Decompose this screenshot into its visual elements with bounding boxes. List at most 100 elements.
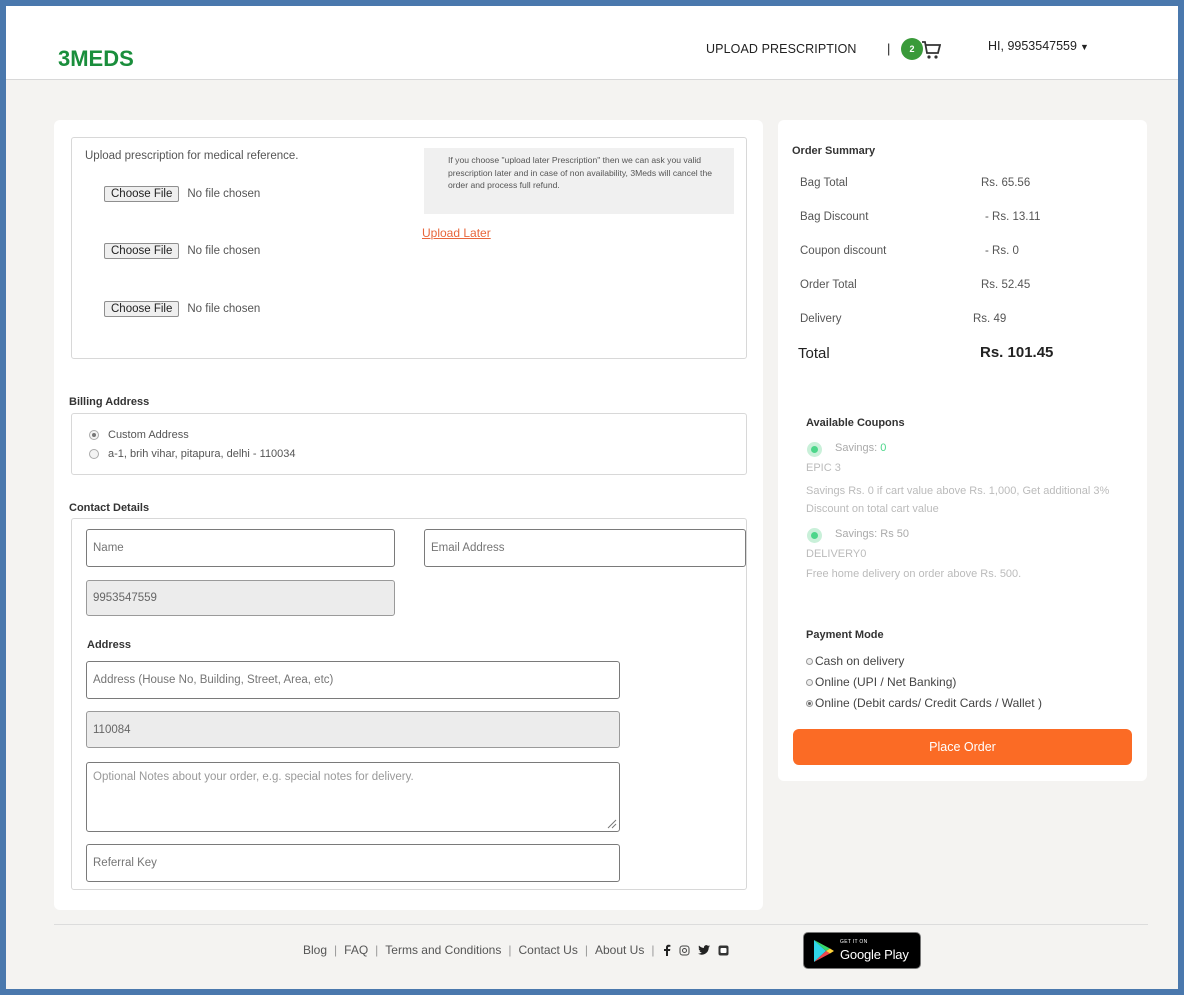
payment-radio-cod[interactable] [806,657,813,665]
total-value: Rs. 101.45 [980,344,1054,361]
payment-option-upi[interactable]: Online (UPI / Net Banking) [806,675,956,689]
footer-link-about[interactable]: About Us [595,943,644,957]
payment-option-label: Cash on delivery [815,654,905,668]
bag-total-label: Bag Total [800,177,848,189]
billing-radio-saved[interactable] [89,449,99,459]
app-frame: 3MEDS UPLOAD PRESCRIPTION | 2 HI, 995354… [6,6,1178,989]
order-summary-card: Order Summary Bag Total Rs. 65.56 Bag Di… [778,120,1147,781]
total-label: Total [798,345,830,362]
billing-address-title: Billing Address [69,396,150,408]
file-status-3: No file chosen [187,303,261,315]
coupon-radio-2[interactable] [807,528,822,543]
upload-later-link[interactable]: Upload Later [422,226,491,240]
footer-separator: | [508,943,512,957]
social-links [663,944,729,956]
choose-file-button-3[interactable]: Choose File [104,301,180,317]
delivery-label: Delivery [800,313,842,325]
payment-option-cod[interactable]: Cash on delivery [806,654,904,668]
footer-separator: | [651,943,655,957]
file-upload-row-2: Choose File No file chosen [104,243,260,259]
billing-address-section: Custom Address a-1, brih vihar, pitapura… [71,413,747,475]
pincode-input[interactable] [86,711,620,748]
contact-details-section: Address Optional Notes about your order,… [71,518,747,890]
prescription-upload-section: Upload prescription for medical referenc… [71,137,747,359]
coupon-code-2: DELIVERY0 [806,548,867,560]
referral-key-input[interactable] [86,844,620,882]
payment-option-card[interactable]: Online (Debit cards/ Credit Cards / Wall… [806,696,1042,710]
order-notes-placeholder: Optional Notes about your order, e.g. sp… [93,771,414,783]
cart-count-badge: 2 [901,38,923,60]
facebook-icon[interactable] [663,944,671,956]
user-menu[interactable]: HI, 9953547559 ▼ [988,39,1089,53]
choose-file-button-1[interactable]: Choose File [104,186,180,202]
instagram-icon[interactable] [679,945,690,956]
footer-link-blog[interactable]: Blog [303,943,327,957]
coupon-radio-1[interactable] [807,442,822,457]
billing-option-label: a-1, brih vihar, pitapura, delhi - 11003… [108,448,296,460]
footer-divider [54,924,1148,925]
billing-option-custom[interactable]: Custom Address [89,429,189,441]
billing-radio-custom[interactable] [89,430,99,440]
email-input[interactable] [424,529,746,567]
savings-amount: Rs 50 [880,528,910,540]
coupon-savings-1: Savings: 0 [835,442,886,454]
name-input[interactable] [86,529,395,567]
footer-separator: | [584,943,588,957]
payment-radio-card[interactable] [806,699,813,707]
cart-button[interactable]: 2 [901,36,941,64]
address-input[interactable] [86,661,620,699]
footer-link-faq[interactable]: FAQ [344,943,368,957]
delivery-value: Rs. 49 [973,313,1007,325]
footer-link-contact[interactable]: Contact Us [518,943,577,957]
coupon-discount-value: - Rs. 0 [985,245,1019,257]
logo-text: 3MEDS [58,46,134,71]
order-notes-textarea[interactable]: Optional Notes about your order, e.g. sp… [86,762,620,832]
choose-file-button-2[interactable]: Choose File [104,243,180,259]
payment-option-label: Online (Debit cards/ Credit Cards / Wall… [815,696,1042,710]
contact-details-title: Contact Details [69,502,150,514]
logo[interactable]: 3MEDS [58,46,135,72]
footer-link-terms[interactable]: Terms and Conditions [385,943,501,957]
savings-amount: 0 [880,442,887,454]
order-total-value: Rs. 52.45 [981,279,1031,291]
bag-discount-label: Bag Discount [800,211,869,223]
coupon-description-2: Free home delivery on order above Rs. 50… [806,568,1022,580]
cart-icon [922,41,941,59]
coupon-code-1: EPIC 3 [806,462,841,474]
payment-radio-upi[interactable] [806,678,813,686]
file-upload-row-1: Choose File No file chosen [104,186,260,202]
bag-total-value: Rs. 65.56 [981,177,1031,189]
footer-separator: | [375,943,379,957]
available-coupons-title: Available Coupons [806,417,905,429]
billing-option-saved[interactable]: a-1, brih vihar, pitapura, delhi - 11003… [89,448,296,460]
footer-links: Blog | FAQ | Terms and Conditions | Cont… [303,943,729,957]
upload-prescription-link[interactable]: UPLOAD PRESCRIPTION [706,42,857,56]
order-total-label: Order Total [800,279,857,291]
google-play-badge[interactable]: GET IT ON Google Play [803,932,921,969]
payment-mode-title: Payment Mode [806,629,884,641]
bag-discount-value: - Rs. 13.11 [985,211,1041,223]
twitter-icon[interactable] [698,945,711,955]
header-separator: | [887,41,891,56]
phone-input[interactable] [86,580,395,616]
payment-option-label: Online (UPI / Net Banking) [815,675,957,689]
google-play-text: Google Play [840,947,909,962]
youtube-icon[interactable] [718,945,729,956]
coupon-savings-2: Savings: Rs 50 [835,528,909,540]
resize-handle-icon[interactable] [607,819,617,829]
place-order-button[interactable]: Place Order [793,729,1132,765]
footer-separator: | [334,943,338,957]
address-title: Address [87,639,132,651]
savings-label: Savings: [835,442,878,454]
google-play-icon [814,940,834,962]
savings-label: Savings: [835,528,878,540]
billing-option-label: Custom Address [108,429,189,441]
header: 3MEDS UPLOAD PRESCRIPTION | 2 HI, 995354… [6,6,1178,80]
chevron-down-icon: ▼ [1079,42,1089,52]
coupon-description-1: Savings Rs. 0 if cart value above Rs. 1,… [806,485,1110,515]
coupon-discount-label: Coupon discount [800,245,887,257]
file-upload-row-3: Choose File No file chosen [104,301,260,317]
upload-later-note: If you choose "upload later Prescription… [424,148,734,214]
checkout-form-card: Upload prescription for medical referenc… [54,120,763,910]
file-status-2: No file chosen [187,245,261,257]
